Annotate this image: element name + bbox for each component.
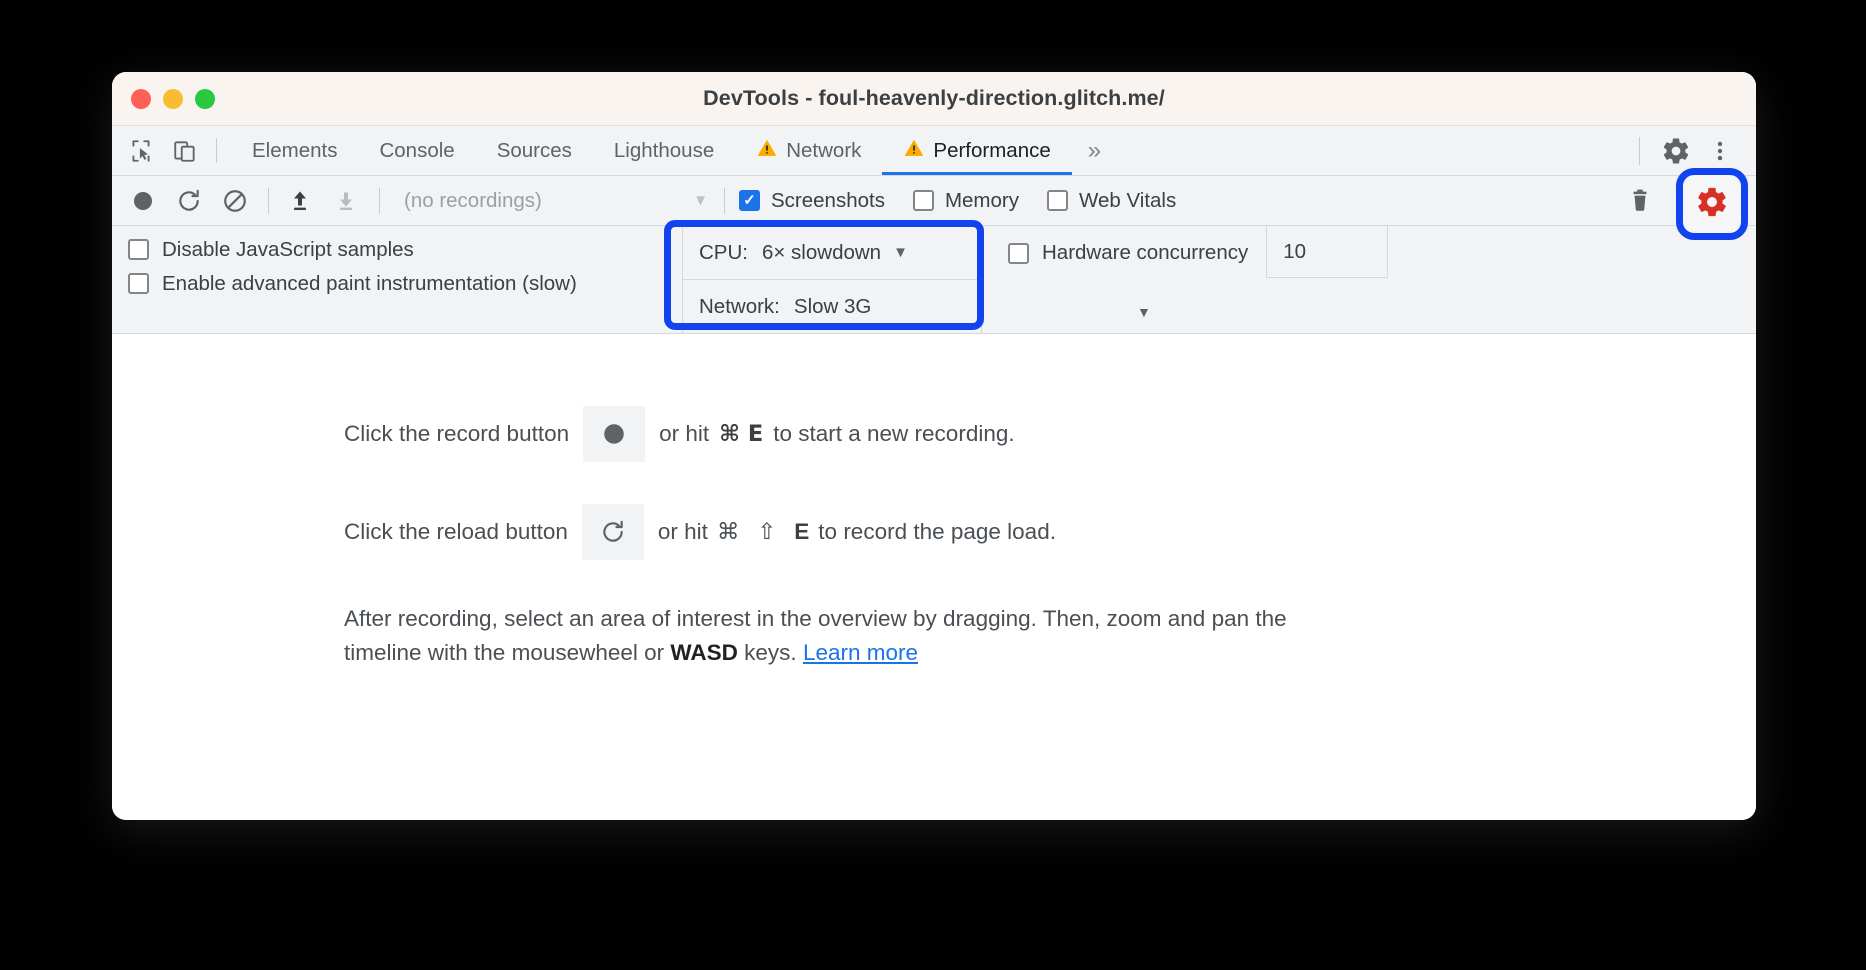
tab-label: Performance <box>933 138 1051 162</box>
reload-hint-prefix: Click the reload button <box>344 519 568 544</box>
performance-toolbar: (no recordings) ▼ ✓ Screenshots Memory W… <box>112 168 1756 240</box>
record-circle-icon[interactable] <box>583 406 646 462</box>
performance-empty-state: Click the record button or hit ⌘ E to st… <box>112 334 1756 820</box>
advanced-paint-instrumentation-checkbox[interactable]: Enable advanced paint instrumentation (s… <box>128 272 682 296</box>
network-dropdown-chevron-icon: ▼ <box>1137 304 1151 320</box>
screenshots-checkbox[interactable]: ✓ Screenshots <box>739 189 885 213</box>
devtools-window: DevTools - foul-heavenly-direction.glitc… <box>112 72 1756 820</box>
window-title: DevTools - foul-heavenly-direction.glitc… <box>703 86 1165 110</box>
disable-js-samples-checkbox[interactable]: Disable JavaScript samples <box>128 238 682 262</box>
capture-settings-highlight <box>1676 168 1748 240</box>
record-hint-middle: or hit <box>659 421 710 446</box>
tab-label: Console <box>379 138 455 162</box>
cpu-throttling-value: 6× slowdown <box>761 240 882 264</box>
tab-sources[interactable]: Sources <box>476 126 593 175</box>
record-button[interactable] <box>126 184 160 218</box>
overview-text-part2: keys. <box>737 640 803 666</box>
recordings-value: (no recordings) <box>404 188 542 212</box>
record-hint: Click the record button or hit ⌘ E to st… <box>344 406 1756 462</box>
tab-label: Sources <box>496 138 572 162</box>
checkbox-label: Web Vitals <box>1079 188 1177 212</box>
cpu-throttling-dropdown[interactable]: CPU: 6× slowdown ▼ <box>683 226 981 279</box>
tab-elements[interactable]: Elements <box>231 126 358 175</box>
clear-recording-button[interactable] <box>218 184 252 218</box>
checkbox-box: ✓ <box>739 190 760 211</box>
tab-label: Elements <box>252 138 338 162</box>
window-titlebar: DevTools - foul-heavenly-direction.glitc… <box>112 72 1756 126</box>
checkbox-label: Enable advanced paint instrumentation (s… <box>162 271 577 295</box>
reload-hint: Click the reload button or hit ⌘ ⇧ E to … <box>344 504 1756 560</box>
load-profile-button[interactable] <box>283 184 317 218</box>
memory-checkbox[interactable]: Memory <box>912 188 1019 213</box>
checkbox-box <box>1047 190 1068 211</box>
network-throttling-dropdown[interactable]: Network: Slow 3G <box>683 279 981 333</box>
capture-settings-left: Disable JavaScript samples Enable advanc… <box>112 226 682 333</box>
wasd-keys-label: WASD <box>670 640 738 666</box>
chevron-down-icon: ▼ <box>893 244 908 261</box>
devtools-tabs: Elements Console Sources Lighthouse Netw… <box>231 126 1117 175</box>
kebab-menu-icon[interactable] <box>1702 133 1738 169</box>
checkbox-label: Screenshots <box>771 188 885 212</box>
gear-icon[interactable] <box>1658 133 1694 169</box>
tab-console[interactable]: Console <box>358 126 475 175</box>
tabbar-tool-icons <box>112 126 200 175</box>
tabbar-right-divider <box>1639 136 1640 165</box>
checkbox-box <box>128 239 149 261</box>
checkbox-box <box>128 273 149 295</box>
reload-hint-e-key: E <box>794 519 810 544</box>
capture-settings-right: Hardware concurrency 10 <box>982 226 1389 333</box>
inspect-element-icon[interactable] <box>126 136 156 166</box>
learn-more-link[interactable]: Learn more <box>803 640 918 665</box>
record-hint-shortcut: ⌘ E <box>719 421 764 447</box>
record-hint-suffix: to start a new recording. <box>773 421 1015 446</box>
warning-triangle-icon <box>903 137 925 165</box>
check-icon: ✓ <box>743 192 756 209</box>
trash-icon[interactable] <box>1623 184 1657 218</box>
reload-hint-middle: or hit <box>657 519 708 544</box>
reload-and-record-button[interactable] <box>172 184 206 218</box>
web-vitals-checkbox[interactable]: Web Vitals <box>1047 189 1176 213</box>
tab-network[interactable]: Network <box>735 126 882 175</box>
capture-settings-panel: Disable JavaScript samples Enable advanc… <box>112 220 1756 334</box>
checkbox-box <box>912 190 934 211</box>
screenshot-stage: DevTools - foul-heavenly-direction.glitc… <box>0 0 1866 970</box>
hardware-concurrency-label: Hardware concurrency <box>1042 241 1249 264</box>
tab-label: Lighthouse <box>613 138 715 162</box>
more-tabs-icon[interactable]: » <box>1072 126 1117 175</box>
hardware-concurrency-input[interactable]: 10 <box>1266 226 1389 278</box>
recordings-dropdown[interactable]: (no recordings) ▼ <box>394 189 720 213</box>
tab-label: Network <box>786 138 862 162</box>
chevron-down-icon: ▼ <box>693 192 708 209</box>
reload-hint-suffix: to record the page load. <box>818 519 1056 544</box>
toolbar-divider-3 <box>724 187 725 214</box>
checkbox-label: Disable JavaScript samples <box>162 238 414 261</box>
checkbox-label: Memory <box>944 188 1019 212</box>
save-profile-button[interactable] <box>329 184 363 218</box>
capture-settings-gear-icon[interactable] <box>1695 185 1729 224</box>
toolbar-divider-1 <box>268 187 269 214</box>
network-throttling-label: Network: <box>699 294 780 318</box>
toolbar-divider-2 <box>379 187 380 214</box>
devtools-tabbar: Elements Console Sources Lighthouse Netw… <box>112 126 1756 176</box>
tab-lighthouse[interactable]: Lighthouse <box>593 126 735 175</box>
record-hint-prefix: Click the record button <box>344 421 570 446</box>
device-toolbar-icon[interactable] <box>170 136 200 166</box>
checkbox-box <box>1008 242 1029 264</box>
throttling-controls: CPU: 6× slowdown ▼ Network: Slow 3G <box>682 226 982 333</box>
hardware-concurrency-checkbox[interactable]: Hardware concurrency <box>982 226 1266 280</box>
reload-hint-shift-key: ⇧ <box>757 519 777 545</box>
reload-hint-cmd-key: ⌘ <box>716 519 740 545</box>
overview-instructions: After recording, select an area of inter… <box>344 602 1344 670</box>
tab-performance[interactable]: Performance <box>882 126 1073 175</box>
warning-triangle-icon <box>756 137 778 165</box>
tabbar-divider <box>216 138 217 163</box>
network-throttling-value: Slow 3G <box>793 294 872 318</box>
cpu-throttling-label: CPU: <box>699 240 748 264</box>
reload-icon[interactable] <box>581 504 644 560</box>
